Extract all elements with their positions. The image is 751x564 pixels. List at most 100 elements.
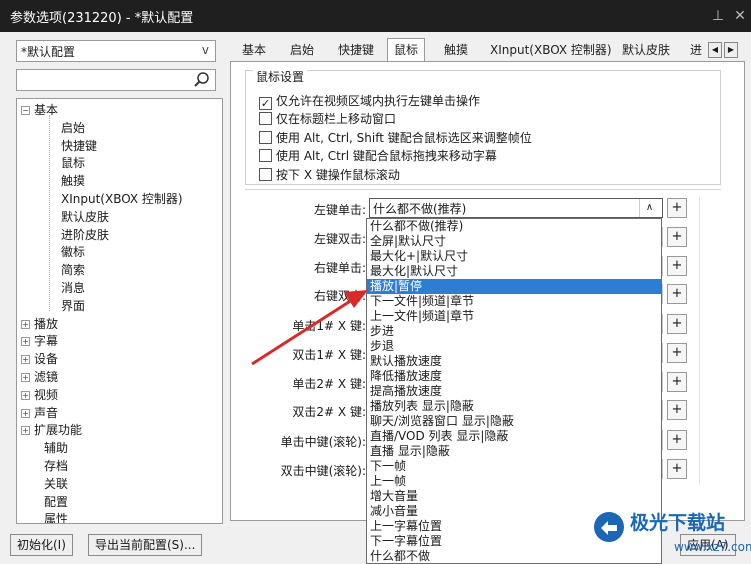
tree-item-group[interactable]: + 扩展功能	[21, 421, 82, 439]
tab-touch[interactable]: 触摸	[444, 40, 468, 62]
add-action-button[interactable]: +	[667, 227, 687, 247]
add-action-button[interactable]: +	[667, 372, 687, 392]
tree-item-basic-child[interactable]: 快捷键	[61, 137, 97, 155]
tab-scroll-left-icon[interactable]: ◀	[708, 42, 722, 58]
tree-item-leaf[interactable]: 辅助	[31, 439, 68, 457]
tree-item-group[interactable]: + 滤镜	[21, 368, 58, 386]
export-config-button[interactable]: 导出当前配置(S)...	[88, 534, 203, 556]
tree-item-basic-child[interactable]: 界面	[61, 297, 85, 315]
dropdown-option[interactable]: 最大化|默认尺寸	[367, 264, 661, 279]
tree-item-basic[interactable]: − 基本	[21, 101, 58, 119]
pin-icon[interactable]: ⊥	[707, 8, 729, 24]
tab-xinput[interactable]: XInput(XBOX 控制器)	[490, 40, 612, 62]
dropdown-option[interactable]: 步退	[367, 339, 661, 354]
tree-item-group[interactable]: + 声音	[21, 404, 58, 422]
dropdown-option[interactable]: 步进	[367, 324, 661, 339]
tab-scroll-right-icon[interactable]: ▶	[724, 42, 738, 58]
dropdown-option[interactable]: 提高播放速度	[367, 384, 661, 399]
dropdown-option[interactable]: 上一帧	[367, 474, 661, 489]
tree-item-group[interactable]: + 播放	[21, 315, 58, 333]
tree-item-basic-child[interactable]: 进阶皮肤	[61, 226, 109, 244]
tree-item-leaf[interactable]: 配置	[31, 493, 68, 511]
dropdown-option[interactable]: 播放|暂停	[367, 279, 661, 294]
tab-basic[interactable]: 基本	[242, 40, 266, 62]
dropdown-option[interactable]: 默认播放速度	[367, 354, 661, 369]
dropdown-option[interactable]: 全屏|默认尺寸	[367, 234, 661, 249]
option-move-by-titlebar[interactable]: 仅在标题栏上移动窗口	[259, 110, 396, 128]
tab-bar: 基本 启始 快捷键 鼠标 触摸 XInput(XBOX 控制器) 默认皮肤 进 …	[232, 38, 744, 62]
dropdown-option[interactable]: 直播/VOD 列表 显示|隐蔽	[367, 429, 661, 444]
chevron-down-icon[interactable]: v	[202, 43, 209, 57]
tab-advanced[interactable]: 进	[690, 40, 702, 62]
expand-icon[interactable]: +	[21, 337, 30, 347]
expand-icon[interactable]: +	[21, 408, 30, 418]
tab-mouse[interactable]: 鼠标	[387, 38, 426, 62]
add-action-button[interactable]: +	[667, 400, 687, 420]
add-action-button[interactable]: +	[667, 198, 687, 218]
checkbox[interactable]	[259, 168, 272, 181]
add-action-button[interactable]: +	[667, 343, 687, 363]
add-action-button[interactable]: +	[667, 459, 687, 479]
expand-icon[interactable]: +	[21, 319, 30, 329]
tree-item-group[interactable]: + 设备	[21, 350, 58, 368]
option-left-click-video-only[interactable]: ✓ 仅允许在视频区域内执行左键单击操作	[259, 92, 480, 110]
dropdown-option[interactable]: 什么都不做(推荐)	[367, 219, 661, 234]
title-bar: 参数选项(231220) - *默认配置 ⊥ ✕	[0, 0, 751, 32]
dropdown-option[interactable]: 下一帧	[367, 459, 661, 474]
dropdown-option[interactable]: 降低播放速度	[367, 369, 661, 384]
tree-item-leaf[interactable]: 属性	[31, 510, 68, 523]
expand-icon[interactable]: +	[21, 390, 30, 400]
tree-item-basic-child[interactable]: 启始	[61, 119, 85, 137]
chevron-up-icon[interactable]: ∧	[639, 199, 659, 217]
tree-item-basic-child[interactable]: 触摸	[61, 172, 85, 190]
close-icon[interactable]: ✕	[729, 8, 751, 24]
tab-default-skin[interactable]: 默认皮肤	[622, 40, 670, 62]
tree-item-label: 快捷键	[61, 138, 98, 153]
expand-icon[interactable]: +	[21, 373, 30, 382]
dropdown-option[interactable]: 下一文件|频道|章节	[367, 294, 661, 309]
dropdown-option[interactable]: 上一文件|频道|章节	[367, 309, 661, 324]
settings-tree[interactable]: − 基本 启始 快捷键 鼠标 触摸 XInput(XBOX 控制器) 默认皮肤 进阶皮肤 徽标 简索…	[16, 98, 223, 524]
tree-item-group[interactable]: + 视频	[21, 386, 58, 404]
rows-scrollbar[interactable]	[699, 197, 711, 485]
profile-combo[interactable]: *默认配置 v	[16, 40, 216, 62]
tree-item-basic-child[interactable]: 消息	[61, 279, 85, 297]
checkbox[interactable]: ✓	[259, 97, 272, 110]
dropdown-option[interactable]: 聊天/浏览器窗口 显示|隐蔽	[367, 414, 661, 429]
tab-startup[interactable]: 启始	[290, 40, 314, 62]
tree-connector	[49, 114, 50, 311]
init-button[interactable]: 初始化(I)	[10, 534, 73, 556]
tree-item-group[interactable]: + 字幕	[21, 332, 58, 350]
add-action-button[interactable]: +	[667, 430, 687, 450]
option-alt-ctrl-shift-select[interactable]: 使用 Alt, Ctrl, Shift 键配合鼠标选区来调整帧位	[259, 129, 532, 147]
row-label: 左键单击:	[313, 203, 366, 217]
dropdown-option[interactable]: 播放列表 显示|隐蔽	[367, 399, 661, 414]
tree-item-basic-child[interactable]: 鼠标	[61, 154, 85, 172]
checkbox[interactable]	[259, 149, 272, 162]
tree-item-leaf[interactable]: 存档	[31, 457, 68, 475]
checkbox[interactable]	[259, 112, 272, 125]
add-action-button[interactable]: +	[667, 284, 687, 304]
tree-item-basic-child[interactable]: 简索	[61, 261, 85, 279]
option-alt-ctrl-drag-subtitle[interactable]: 使用 Alt, Ctrl 键配合鼠标拖拽来移动字幕	[259, 147, 497, 165]
add-action-button[interactable]: +	[667, 314, 687, 334]
tree-item-basic-child[interactable]: 徽标	[61, 243, 85, 261]
watermark-url: www.xz7.com	[674, 540, 751, 554]
tree-item-basic-child[interactable]: XInput(XBOX 控制器)	[61, 190, 183, 208]
dropdown-option[interactable]: 增大音量	[367, 489, 661, 504]
expand-icon[interactable]: +	[21, 355, 30, 365]
expand-icon[interactable]: +	[21, 426, 30, 436]
left-click-action-select[interactable]: 什么都不做(推荐) ∧	[369, 198, 663, 218]
search-input[interactable]	[16, 69, 216, 91]
add-action-button[interactable]: +	[667, 256, 687, 276]
tree-item-basic-child[interactable]: 默认皮肤	[61, 208, 109, 226]
dropdown-option[interactable]: 最大化+|默认尺寸	[367, 249, 661, 264]
collapse-icon[interactable]: −	[21, 106, 30, 115]
option-x-key-scroll[interactable]: 按下 X 键操作鼠标滚动	[259, 166, 400, 184]
watermark: 极光下载站 www.xz7.com	[592, 508, 751, 562]
tree-item-leaf[interactable]: 关联	[31, 475, 68, 493]
dropdown-option[interactable]: 直播 显示|隐蔽	[367, 444, 661, 459]
tab-hotkeys[interactable]: 快捷键	[338, 40, 374, 62]
checkbox[interactable]	[259, 131, 272, 144]
search-icon[interactable]	[193, 71, 211, 89]
